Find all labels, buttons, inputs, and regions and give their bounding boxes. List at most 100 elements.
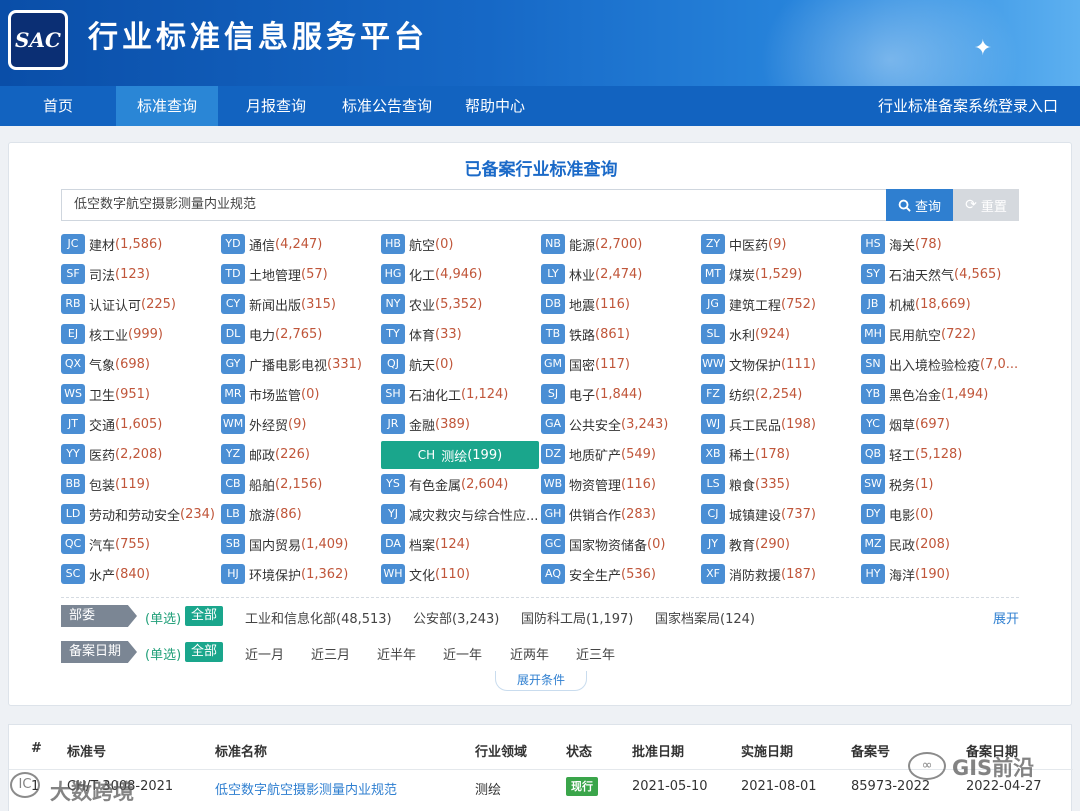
nav-announcement-query[interactable]: 标准公告查询 — [332, 86, 442, 126]
category-gm[interactable]: GM 国密 (117) — [541, 351, 701, 377]
category-tb[interactable]: TB 铁路 (861) — [541, 321, 701, 347]
category-nb[interactable]: NB 能源 (2,700) — [541, 231, 701, 257]
category-ny[interactable]: NY 农业 (5,352) — [381, 291, 541, 317]
category-sh[interactable]: SH 石油化工 (1,124) — [381, 381, 541, 407]
category-gy[interactable]: GY 广播电影电视 (331) — [221, 351, 381, 377]
category-mz[interactable]: MZ 民政 (208) — [861, 531, 1021, 557]
category-sb[interactable]: SB 国内贸易 (1,409) — [221, 531, 381, 557]
query-button[interactable]: 查询 — [886, 189, 953, 221]
date-all-option[interactable]: 全部 — [185, 642, 224, 662]
date-option[interactable]: 近半年 — [377, 644, 416, 663]
category-qj[interactable]: QJ 航天 (0) — [381, 351, 541, 377]
category-sj[interactable]: SJ 电子 (1,844) — [541, 381, 701, 407]
ministry-all-option[interactable]: 全部 — [185, 606, 224, 626]
date-option[interactable]: 近三月 — [311, 644, 350, 663]
ministry-option[interactable]: 国防科工局(1,197) — [521, 608, 633, 627]
category-yd[interactable]: YD 通信 (4,247) — [221, 231, 381, 257]
category-jt[interactable]: JT 交通 (1,605) — [61, 411, 221, 437]
category-wb[interactable]: WB 物资管理 (116) — [541, 471, 701, 497]
category-sc[interactable]: SC 水产 (840) — [61, 561, 221, 587]
date-option[interactable]: 近三年 — [576, 644, 615, 663]
category-xf[interactable]: XF 消防救援 (187) — [701, 561, 861, 587]
nav-monthly-report[interactable]: 月报查询 — [228, 86, 324, 126]
category-sl[interactable]: SL 水利 (924) — [701, 321, 861, 347]
category-zy[interactable]: ZY 中医药 (9) — [701, 231, 861, 257]
category-name: 档案 — [409, 538, 436, 554]
category-ys[interactable]: YS 有色金属 (2,604) — [381, 471, 541, 497]
category-td[interactable]: TD 土地管理 (57) — [221, 261, 381, 287]
category-yb[interactable]: YB 黑色冶金 (1,494) — [861, 381, 1021, 407]
category-lb[interactable]: LB 旅游 (86) — [221, 501, 381, 527]
category-ww[interactable]: WW 文物保护 (111) — [701, 351, 861, 377]
category-yy[interactable]: YY 医药 (2,208) — [61, 441, 221, 467]
standard-name-link[interactable]: 低空数字航空摄影测量内业规范 — [215, 779, 397, 798]
category-wh[interactable]: WH 文化 (110) — [381, 561, 541, 587]
category-qb[interactable]: QB 轻工 (5,128) — [861, 441, 1021, 467]
category-ch[interactable]: CH 测绘 (199) — [381, 441, 539, 469]
category-xb[interactable]: XB 稀土 (178) — [701, 441, 861, 467]
category-yz[interactable]: YZ 邮政 (226) — [221, 441, 381, 467]
category-hs[interactable]: HS 海关 (78) — [861, 231, 1021, 257]
category-code: LS — [701, 474, 725, 494]
category-hg[interactable]: HG 化工 (4,946) — [381, 261, 541, 287]
date-option[interactable]: 近一月 — [245, 644, 284, 663]
nav-standard-query[interactable]: 标准查询 — [116, 86, 218, 126]
sac-logo[interactable]: SAC — [8, 10, 68, 70]
category-gc[interactable]: GC 国家物资储备 (0) — [541, 531, 701, 557]
category-cy[interactable]: CY 新闻出版 (315) — [221, 291, 381, 317]
category-mt[interactable]: MT 煤炭 (1,529) — [701, 261, 861, 287]
ministry-option[interactable]: 公安部(3,243) — [413, 608, 499, 627]
category-dz[interactable]: DZ 地质矿产 (549) — [541, 441, 701, 467]
nav-help-center[interactable]: 帮助中心 — [452, 86, 538, 126]
category-cj[interactable]: CJ 城镇建设 (737) — [701, 501, 861, 527]
category-name: 航空 — [409, 238, 436, 254]
category-ws[interactable]: WS 卫生 (951) — [61, 381, 221, 407]
expand-conditions-button[interactable]: 展开条件 — [495, 671, 587, 691]
category-sf[interactable]: SF 司法 (123) — [61, 261, 221, 287]
nav-home[interactable]: 首页 — [0, 86, 116, 126]
category-hb[interactable]: HB 航空 (0) — [381, 231, 541, 257]
ministry-expand-link[interactable]: 展开 — [993, 608, 1019, 627]
category-sw[interactable]: SW 税务 (1) — [861, 471, 1021, 497]
category-ld[interactable]: LD 劳动和劳动安全 (234) — [61, 501, 221, 527]
category-jy[interactable]: JY 教育 (290) — [701, 531, 861, 557]
date-option[interactable]: 近两年 — [510, 644, 549, 663]
category-yc[interactable]: YC 烟草 (697) — [861, 411, 1021, 437]
category-dl[interactable]: DL 电力 (2,765) — [221, 321, 381, 347]
category-ls[interactable]: LS 粮食 (335) — [701, 471, 861, 497]
category-jg[interactable]: JG 建筑工程 (752) — [701, 291, 861, 317]
category-qx[interactable]: QX 气象 (698) — [61, 351, 221, 377]
category-mr[interactable]: MR 市场监管 (0) — [221, 381, 381, 407]
category-hy[interactable]: HY 海洋 (190) — [861, 561, 1021, 587]
category-yj[interactable]: YJ 减灾救灾与综合性应... — [381, 501, 541, 527]
category-bb[interactable]: BB 包装 (119) — [61, 471, 221, 497]
category-fz[interactable]: FZ 纺织 (2,254) — [701, 381, 861, 407]
category-ty[interactable]: TY 体育 (33) — [381, 321, 541, 347]
category-jc[interactable]: JC 建材 (1,586) — [61, 231, 221, 257]
category-db[interactable]: DB 地震 (116) — [541, 291, 701, 317]
category-rb[interactable]: RB 认证认可 (225) — [61, 291, 221, 317]
category-jb[interactable]: JB 机械 (18,669) — [861, 291, 1021, 317]
date-option[interactable]: 近一年 — [443, 644, 482, 663]
category-sn[interactable]: SN 出入境检验检疫 (7,0... — [861, 351, 1021, 377]
category-ly[interactable]: LY 林业 (2,474) — [541, 261, 701, 287]
category-mh[interactable]: MH 民用航空 (722) — [861, 321, 1021, 347]
category-da[interactable]: DA 档案 (124) — [381, 531, 541, 557]
category-ej[interactable]: EJ 核工业 (999) — [61, 321, 221, 347]
category-hj[interactable]: HJ 环境保护 (1,362) — [221, 561, 381, 587]
category-cb[interactable]: CB 船舶 (2,156) — [221, 471, 381, 497]
category-dy[interactable]: DY 电影 (0) — [861, 501, 1021, 527]
ministry-option[interactable]: 工业和信息化部(48,513) — [245, 608, 392, 627]
category-wj[interactable]: WJ 兵工民品 (198) — [701, 411, 861, 437]
ministry-option[interactable]: 国家档案局(124) — [655, 608, 755, 627]
category-ga[interactable]: GA 公共安全 (3,243) — [541, 411, 701, 437]
search-input[interactable]: 低空数字航空摄影测量内业规范 — [61, 189, 886, 221]
category-gh[interactable]: GH 供销合作 (283) — [541, 501, 701, 527]
category-aq[interactable]: AQ 安全生产 (536) — [541, 561, 701, 587]
category-sy[interactable]: SY 石油天然气 (4,565) — [861, 261, 1021, 287]
category-wm[interactable]: WM 外经贸 (9) — [221, 411, 381, 437]
category-qc[interactable]: QC 汽车 (755) — [61, 531, 221, 557]
reset-button[interactable]: ⟳ 重置 — [953, 189, 1019, 221]
filing-system-login-link[interactable]: 行业标准备案系统登录入口 — [878, 86, 1058, 126]
category-jr[interactable]: JR 金融 (389) — [381, 411, 541, 437]
